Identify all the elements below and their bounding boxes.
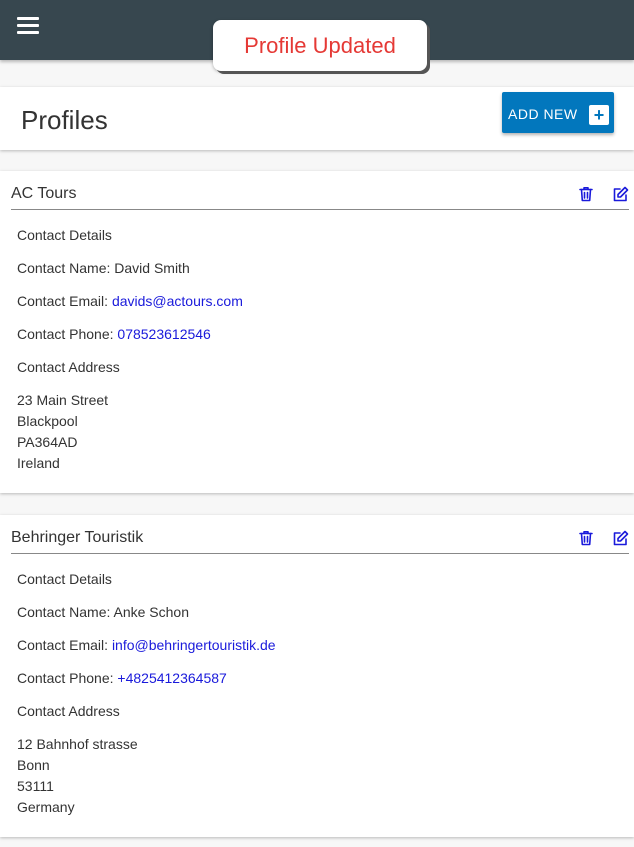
card-divider bbox=[11, 209, 629, 210]
address-line: Blackpool bbox=[17, 413, 78, 429]
contact-name-row: Contact Name: David Smith bbox=[17, 260, 190, 276]
contact-email-link[interactable]: davids@actours.com bbox=[112, 293, 243, 309]
toast-notification: Profile Updated bbox=[213, 20, 427, 71]
trash-icon[interactable] bbox=[577, 185, 595, 203]
contact-email-row: Contact Email: davids@actours.com bbox=[17, 293, 243, 309]
edit-icon[interactable] bbox=[612, 185, 630, 203]
contact-phone-label: Contact Phone: bbox=[17, 326, 118, 342]
edit-icon[interactable] bbox=[612, 529, 630, 547]
address-line: PA364AD bbox=[17, 434, 78, 450]
contact-email-row: Contact Email: info@behringertouristik.d… bbox=[17, 637, 276, 653]
profile-name: Behringer Touristik bbox=[11, 529, 144, 546]
page-title: Profiles bbox=[21, 105, 108, 135]
contact-details-heading: Contact Details bbox=[17, 571, 112, 587]
profile-name: AC Tours bbox=[11, 185, 77, 202]
address-line: 53111 bbox=[17, 778, 54, 794]
add-new-label: ADD NEW bbox=[508, 106, 578, 122]
plus-icon: + bbox=[589, 105, 609, 125]
contact-address-heading: Contact Address bbox=[17, 359, 120, 375]
contact-phone-label: Contact Phone: bbox=[17, 670, 118, 686]
page-header: Profiles ADD NEW + bbox=[0, 87, 634, 150]
profile-card: AC Tours Contact Details Contact Name: D… bbox=[0, 171, 634, 493]
address-line: Bonn bbox=[17, 757, 50, 773]
contact-phone-link[interactable]: 078523612546 bbox=[117, 326, 210, 342]
contact-phone-link[interactable]: +4825412364587 bbox=[117, 670, 226, 686]
contact-name-value: Anke Schon bbox=[113, 604, 190, 620]
trash-icon[interactable] bbox=[577, 529, 595, 547]
contact-name-label: Contact Name: bbox=[17, 260, 115, 276]
address-line: Ireland bbox=[17, 455, 60, 471]
address-line: 23 Main Street bbox=[17, 392, 109, 408]
contact-phone-row: Contact Phone: 078523612546 bbox=[17, 326, 211, 342]
card-divider bbox=[11, 553, 629, 554]
contact-email-link[interactable]: info@behringertouristik.de bbox=[112, 637, 276, 653]
hamburger-menu-icon[interactable] bbox=[17, 17, 39, 35]
contact-phone-row: Contact Phone: +4825412364587 bbox=[17, 670, 227, 686]
contact-name-value: David Smith bbox=[114, 260, 190, 276]
contact-address-heading: Contact Address bbox=[17, 703, 120, 719]
contact-name-label: Contact Name: bbox=[17, 604, 114, 620]
contact-email-label: Contact Email: bbox=[17, 637, 112, 653]
add-new-button[interactable]: ADD NEW + bbox=[502, 92, 614, 133]
toast-message: Profile Updated bbox=[244, 32, 396, 58]
contact-name-row: Contact Name: Anke Schon bbox=[17, 604, 189, 620]
address-line: Germany bbox=[17, 799, 75, 815]
address-line: 12 Bahnhof strasse bbox=[17, 736, 138, 752]
contact-details-heading: Contact Details bbox=[17, 227, 112, 243]
profile-card: Behringer Touristik Contact Details Cont… bbox=[0, 515, 634, 837]
contact-email-label: Contact Email: bbox=[17, 293, 112, 309]
